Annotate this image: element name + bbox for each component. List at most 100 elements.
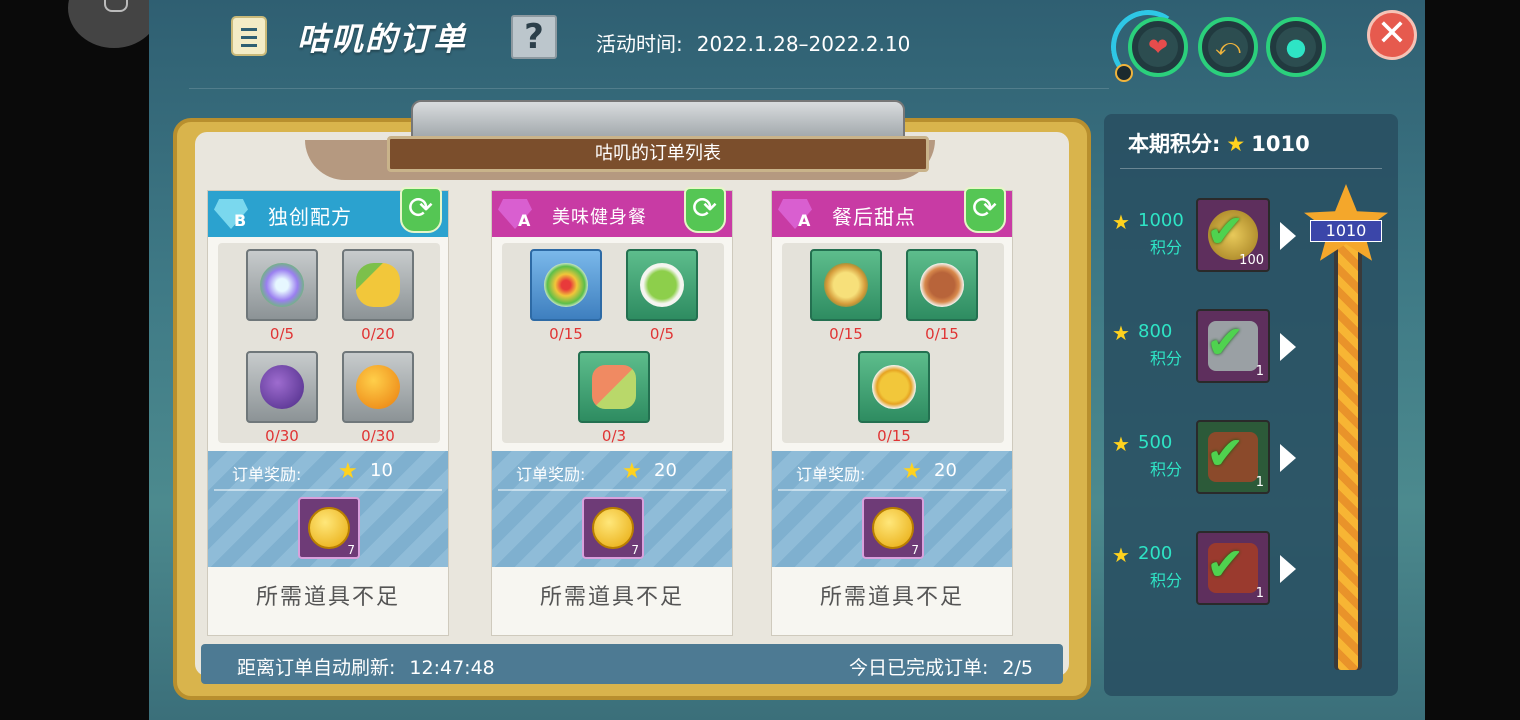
refresh-order-button[interactable]: [964, 187, 1006, 233]
green-soup-icon[interactable]: [626, 249, 698, 321]
order-board-paper: B 独创配方 0/5 0/20 0/30: [195, 132, 1069, 684]
header-divider: [189, 88, 1109, 89]
shell-coin-reward[interactable]: 7: [582, 497, 644, 559]
milestone-unit: 积分: [1150, 238, 1183, 257]
clipboard-clip: 咕叽的订单列表: [381, 100, 929, 172]
order-name: 美味健身餐: [552, 207, 647, 228]
shell-coin-icon: [592, 507, 634, 549]
shell-coin-reward[interactable]: 7: [862, 497, 924, 559]
order-info-bar: 距离订单自动刷新: 12:47:48 今日已完成订单: 2/5: [201, 644, 1063, 684]
flower-icon[interactable]: [246, 249, 318, 321]
reward-quantity: 7: [911, 543, 919, 557]
star-icon: ★: [1226, 132, 1246, 156]
milestone-value: 800: [1138, 321, 1173, 342]
reward-quantity: 7: [347, 543, 355, 557]
right-screen-edge: [1425, 0, 1520, 720]
arrow-right-icon: [1280, 333, 1296, 361]
reward-label: 订单奖励:: [232, 465, 302, 484]
star-icon: ★: [622, 459, 642, 484]
grape-icon[interactable]: [246, 351, 318, 423]
milestone-reward-qty: 1: [1255, 475, 1264, 490]
order-reward: 订单奖励: ★ 20 7: [772, 451, 1012, 567]
close-button[interactable]: ✕: [1367, 10, 1417, 60]
honey-cubes-icon[interactable]: [858, 351, 930, 423]
completed-label: 今日已完成订单:: [849, 657, 989, 679]
points-label: 本期积分:: [1128, 132, 1221, 156]
help-button[interactable]: ?: [511, 15, 557, 59]
item-count: 0/30: [361, 427, 395, 445]
refresh-order-button[interactable]: [400, 187, 442, 233]
points-progress-bar: [1334, 224, 1362, 670]
egg-tart-icon[interactable]: [810, 249, 882, 321]
reward-points: 10: [370, 460, 393, 481]
pancake-icon[interactable]: [906, 249, 978, 321]
arrow-right-icon: [1280, 444, 1296, 472]
orange-icon[interactable]: [342, 351, 414, 423]
milestone-reward[interactable]: ✔ 1: [1196, 420, 1270, 494]
order-list-icon: [231, 16, 267, 56]
points-summary: 本期积分: ★ 1010: [1128, 128, 1310, 158]
milestone-reward[interactable]: ✔ 1: [1196, 309, 1270, 383]
star-icon: ★: [1112, 321, 1130, 345]
milestone-reward-qty: 1: [1255, 364, 1264, 379]
refresh-order-button[interactable]: [684, 187, 726, 233]
item-count: 0/5: [269, 325, 295, 343]
reward-divider: [778, 489, 1006, 491]
points-panel: 本期积分: ★ 1010 ★ 1000 积分 ✔ 100 ★ 800 积分 ✔ 1: [1104, 114, 1398, 696]
reward-divider: [498, 489, 726, 491]
required-items: 0/5 0/20 0/30 0/30: [218, 243, 440, 445]
milestone-unit: 积分: [1150, 460, 1183, 479]
order-status[interactable]: 所需道具不足: [772, 579, 1012, 611]
claimed-check-icon: ✔: [1206, 204, 1245, 258]
order-status[interactable]: 所需道具不足: [492, 579, 732, 611]
star-icon: ★: [1112, 432, 1130, 456]
left-screen-edge: [0, 0, 160, 720]
order-card-3: A 餐后甜点 0/15 0/15 0/15: [771, 187, 1013, 636]
order-reward: 订单奖励: ★ 20 7: [492, 451, 732, 567]
fruit-salad-icon[interactable]: [530, 249, 602, 321]
milestone-reward[interactable]: ✔ 100: [1196, 198, 1270, 272]
milestone-reward[interactable]: ✔ 1: [1196, 531, 1270, 605]
refresh-label: 距离订单自动刷新:: [237, 657, 396, 679]
item-count: 0/3: [601, 427, 627, 445]
energy-badge-icon: [1115, 64, 1133, 82]
item-count: 0/15: [829, 325, 863, 343]
claimed-check-icon: ✔: [1206, 537, 1245, 591]
completed-orders: 今日已完成订单: 2/5: [849, 653, 1033, 680]
milestone-unit: 积分: [1150, 349, 1183, 368]
order-card-1: B 独创配方 0/5 0/20 0/30: [207, 187, 449, 636]
order-grade: A: [518, 211, 531, 230]
points-value: 1010: [1251, 132, 1310, 156]
heart-status[interactable]: ❤: [1128, 17, 1188, 77]
shell-coin-reward[interactable]: 7: [298, 497, 360, 559]
star-icon: ★: [1112, 210, 1130, 234]
heart-icon: ❤: [1138, 27, 1178, 67]
order-event-screen: 咕叽的订单 ? 活动时间: 2022.1.28–2022.2.10 ❤ ⤺ ● ✕…: [149, 0, 1425, 720]
completed-count: 2/5: [1002, 657, 1033, 679]
milestone-value: 500: [1138, 432, 1173, 453]
shell-coin-icon: [872, 507, 914, 549]
salmon-dish-icon[interactable]: [578, 351, 650, 423]
water-status[interactable]: ●: [1266, 17, 1326, 77]
milestone-unit: 积分: [1150, 571, 1183, 590]
milestone-1000: ★ 1000 积分 ✔ 100: [1112, 198, 1312, 278]
points-divider: [1120, 168, 1382, 169]
star-icon: ★: [902, 459, 922, 484]
item-count: 0/15: [549, 325, 583, 343]
corn-icon[interactable]: [342, 249, 414, 321]
refresh-countdown: 距离订单自动刷新: 12:47:48: [237, 653, 495, 680]
order-status[interactable]: 所需道具不足: [208, 579, 448, 611]
event-time-range: 2022.1.28–2022.2.10: [696, 32, 911, 56]
points-progress-fill: [1338, 224, 1358, 670]
order-card-2: A 美味健身餐 0/15 0/5 0/3: [491, 187, 733, 636]
refresh-time: 12:47:48: [409, 657, 495, 679]
board-title: 咕叽的订单列表: [387, 136, 929, 172]
floating-assistive-button[interactable]: [68, 0, 160, 48]
stamina-status[interactable]: ⤺: [1198, 17, 1258, 77]
order-grade: A: [798, 211, 811, 230]
order-grade: B: [234, 211, 247, 230]
progress-value: 1010: [1310, 220, 1382, 242]
reward-label: 订单奖励:: [516, 465, 586, 484]
required-items: 0/15 0/5 0/3: [502, 243, 724, 445]
order-name: 独创配方: [268, 205, 352, 229]
